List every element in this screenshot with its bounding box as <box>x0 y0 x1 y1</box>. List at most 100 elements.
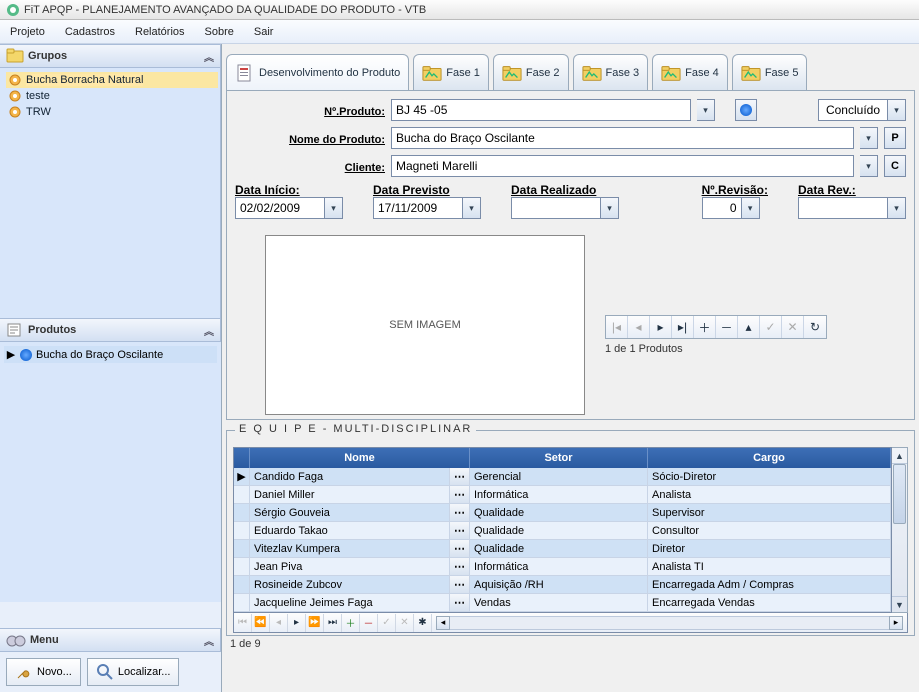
collapse-icon[interactable]: ︽ <box>204 323 214 338</box>
cell-lookup-button[interactable]: ⋯ <box>450 486 470 503</box>
table-row[interactable]: Sérgio Gouveia⋯QualidadeSupervisor <box>234 504 891 522</box>
gf-last[interactable]: ⏭ <box>324 614 342 632</box>
produto-item[interactable]: ▶ Bucha do Braço Oscilante <box>4 346 217 363</box>
table-row[interactable]: Eduardo Takao⋯QualidadeConsultor <box>234 522 891 540</box>
nav-next-button[interactable]: ▸ <box>650 316 672 338</box>
nav-remove-button[interactable]: － <box>716 316 738 338</box>
col-setor[interactable]: Setor <box>470 448 648 468</box>
gf-cancel[interactable]: ✕ <box>396 614 414 632</box>
hscroll-right-icon[interactable]: ▸ <box>889 616 903 630</box>
cell-setor[interactable]: Informática <box>470 486 648 503</box>
tab-fase3[interactable]: Fase 3 <box>573 54 649 90</box>
panel-menu-header[interactable]: Menu ︽ <box>0 628 221 652</box>
nav-refresh-button[interactable]: ↻ <box>804 316 826 338</box>
cell-setor[interactable]: Qualidade <box>470 522 648 539</box>
data-previsto-dropdown[interactable]: ▾ <box>463 197 481 219</box>
table-row[interactable]: Daniel Miller⋯InformáticaAnalista <box>234 486 891 504</box>
table-row[interactable]: ▶Candido Faga⋯GerencialSócio-Diretor <box>234 468 891 486</box>
cell-cargo[interactable]: Encarregada Adm / Compras <box>648 576 891 593</box>
cell-setor[interactable]: Informática <box>470 558 648 575</box>
cell-cargo[interactable]: Sócio-Diretor <box>648 468 891 485</box>
gf-first[interactable]: ⏮ <box>234 614 252 632</box>
nav-last-button[interactable]: ▸| <box>672 316 694 338</box>
grupo-item[interactable]: teste <box>6 88 218 104</box>
status-indicator-button[interactable] <box>735 99 757 121</box>
scroll-down-icon[interactable]: ▼ <box>892 596 907 612</box>
cell-lookup-button[interactable]: ⋯ <box>450 540 470 557</box>
scroll-up-icon[interactable]: ▲ <box>892 448 907 464</box>
cell-setor[interactable]: Aquisição /RH <box>470 576 648 593</box>
menu-relatorios[interactable]: Relatórios <box>131 24 189 40</box>
cell-cargo[interactable]: Analista TI <box>648 558 891 575</box>
nproduto-dropdown[interactable]: ▾ <box>697 99 715 121</box>
cell-setor[interactable]: Qualidade <box>470 540 648 557</box>
nome-dropdown[interactable]: ▾ <box>860 127 878 149</box>
c-button[interactable]: C <box>884 155 906 177</box>
datarev-input[interactable] <box>798 197 888 219</box>
menu-projeto[interactable]: Projeto <box>6 24 49 40</box>
cell-setor[interactable]: Gerencial <box>470 468 648 485</box>
gf-star[interactable]: ✱ <box>414 614 432 632</box>
nrevisao-input[interactable] <box>702 197 742 219</box>
cell-nome[interactable]: Vitezlav Kumpera <box>250 540 450 557</box>
nav-cancel-button[interactable]: ✕ <box>782 316 804 338</box>
nav-prev-button[interactable]: ◂ <box>628 316 650 338</box>
table-row[interactable]: Rosineide Zubcov⋯Aquisição /RHEncarregad… <box>234 576 891 594</box>
tab-fase5[interactable]: Fase 5 <box>732 54 808 90</box>
data-realizado-dropdown[interactable]: ▾ <box>601 197 619 219</box>
hscroll-left-icon[interactable]: ◂ <box>436 616 450 630</box>
gf-confirm[interactable]: ✓ <box>378 614 396 632</box>
cell-nome[interactable]: Jacqueline Jeimes Faga <box>250 594 450 611</box>
nav-confirm-button[interactable]: ✓ <box>760 316 782 338</box>
menu-sobre[interactable]: Sobre <box>201 24 238 40</box>
cell-cargo[interactable]: Encarregada Vendas <box>648 594 891 611</box>
data-inicio-dropdown[interactable]: ▾ <box>325 197 343 219</box>
gf-nextpage[interactable]: ⏩ <box>306 614 324 632</box>
cell-nome[interactable]: Jean Piva <box>250 558 450 575</box>
novo-button[interactable]: Novo... <box>6 658 81 686</box>
scroll-thumb[interactable] <box>893 464 906 524</box>
tab-desenvolvimento[interactable]: Desenvolvimento do Produto <box>226 54 409 90</box>
table-row[interactable]: Vitezlav Kumpera⋯QualidadeDiretor <box>234 540 891 558</box>
cell-lookup-button[interactable]: ⋯ <box>450 576 470 593</box>
table-row[interactable]: Jean Piva⋯InformáticaAnalista TI <box>234 558 891 576</box>
localizar-button[interactable]: Localizar... <box>87 658 180 686</box>
tab-fase1[interactable]: Fase 1 <box>413 54 489 90</box>
cell-nome[interactable]: Daniel Miller <box>250 486 450 503</box>
status-dropdown[interactable]: ▾ <box>888 99 906 121</box>
grid-vscrollbar[interactable]: ▲ ▼ <box>892 447 908 613</box>
gf-add[interactable]: ＋ <box>342 614 360 632</box>
nome-input[interactable] <box>391 127 854 149</box>
cell-nome[interactable]: Rosineide Zubcov <box>250 576 450 593</box>
status-combo[interactable] <box>818 99 888 121</box>
cell-cargo[interactable]: Supervisor <box>648 504 891 521</box>
grupo-item[interactable]: TRW <box>6 104 218 120</box>
cell-nome[interactable]: Candido Faga <box>250 468 450 485</box>
collapse-icon[interactable]: ︽ <box>204 633 214 648</box>
cell-setor[interactable]: Vendas <box>470 594 648 611</box>
gf-prevpage[interactable]: ⏪ <box>252 614 270 632</box>
gf-remove[interactable]: － <box>360 614 378 632</box>
nrevisao-dropdown[interactable]: ▾ <box>742 197 760 219</box>
p-button[interactable]: P <box>884 127 906 149</box>
col-cargo[interactable]: Cargo <box>648 448 891 468</box>
nav-first-button[interactable]: |◂ <box>606 316 628 338</box>
cell-lookup-button[interactable]: ⋯ <box>450 504 470 521</box>
cell-lookup-button[interactable]: ⋯ <box>450 468 470 485</box>
data-realizado-input[interactable] <box>511 197 601 219</box>
gf-prev[interactable]: ◂ <box>270 614 288 632</box>
nav-edit-button[interactable]: ▴ <box>738 316 760 338</box>
cell-cargo[interactable]: Diretor <box>648 540 891 557</box>
data-inicio-input[interactable] <box>235 197 325 219</box>
cell-nome[interactable]: Sérgio Gouveia <box>250 504 450 521</box>
menu-cadastros[interactable]: Cadastros <box>61 24 119 40</box>
panel-grupos-header[interactable]: Grupos ︽ <box>0 44 221 68</box>
menu-sair[interactable]: Sair <box>250 24 278 40</box>
table-row[interactable]: Jacqueline Jeimes Faga⋯VendasEncarregada… <box>234 594 891 612</box>
nproduto-input[interactable] <box>391 99 691 121</box>
cliente-dropdown[interactable]: ▾ <box>860 155 878 177</box>
grupo-item[interactable]: Bucha Borracha Natural <box>6 72 218 88</box>
cell-lookup-button[interactable]: ⋯ <box>450 522 470 539</box>
nav-add-button[interactable]: ＋ <box>694 316 716 338</box>
cliente-input[interactable] <box>391 155 854 177</box>
